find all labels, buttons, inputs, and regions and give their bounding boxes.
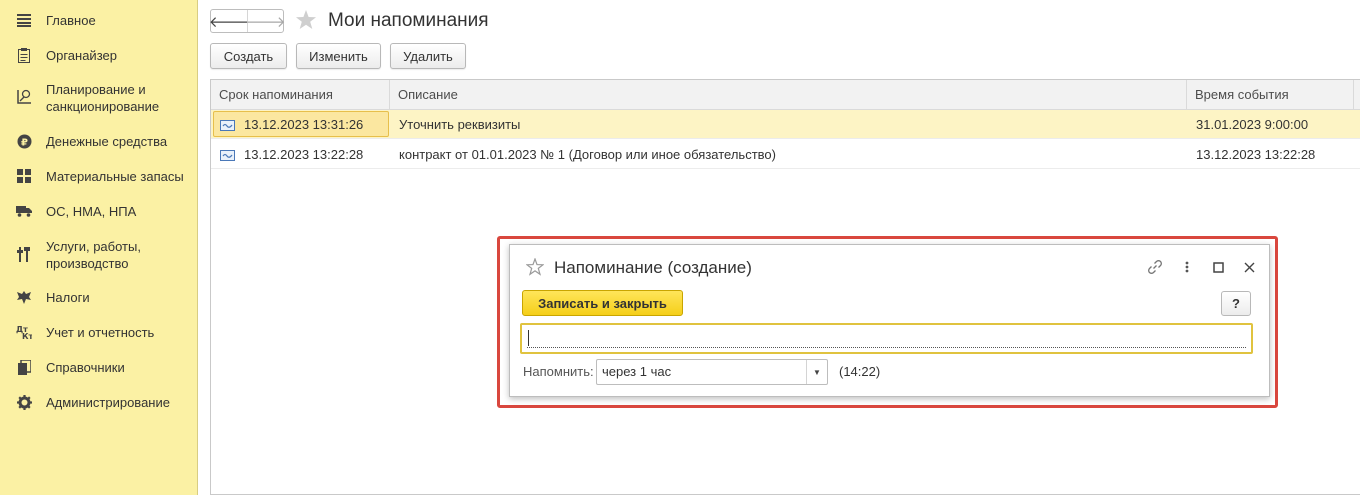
sidebar-item-label: Планирование и санкционирование	[46, 82, 160, 114]
clipboard-icon	[16, 47, 32, 63]
delete-button[interactable]: Удалить	[390, 43, 466, 69]
arrow-right-icon: 🡒	[245, 13, 286, 31]
sidebar-item-services[interactable]: Услуги, работы, производство	[0, 237, 197, 273]
text-caret	[528, 330, 529, 346]
table-row[interactable]: 13.12.2023 13:22:28 контракт от 01.01.20…	[211, 140, 1360, 169]
planning-chart-icon	[16, 88, 32, 104]
back-button[interactable]: 🡐	[208, 10, 250, 32]
cell-description: контракт от 01.01.2023 № 1 (Договор или …	[399, 147, 776, 162]
tools-icon	[16, 246, 32, 262]
navigation-buttons: 🡐 🡒	[208, 9, 286, 33]
sidebar-item-label: Услуги, работы, производство	[46, 239, 141, 271]
edit-button[interactable]: Изменить	[296, 43, 381, 69]
reminder-dialog: Напоминание (создание) Записать и закрыт…	[509, 244, 1270, 397]
eagle-emblem-icon	[16, 289, 32, 305]
arrow-left-icon: 🡐	[208, 13, 250, 31]
sidebar-item-accounting[interactable]: Дт Кт Учет и отчетность	[0, 323, 197, 343]
gear-icon	[16, 394, 32, 410]
page-title: Мои напоминания	[328, 10, 489, 31]
sidebar-item-label: Справочники	[46, 360, 125, 375]
cell-event-time: 31.01.2023 9:00:00	[1196, 117, 1309, 132]
sidebar-item-label: Денежные средства	[46, 134, 168, 149]
forward-button[interactable]: 🡒	[245, 10, 286, 32]
sidebar-item-label: Материальные запасы	[46, 169, 184, 184]
sidebar-item-references[interactable]: Справочники	[0, 358, 197, 378]
help-button[interactable]: ?	[1221, 291, 1251, 316]
table-row[interactable]: 13.12.2023 13:31:26 Уточнить реквизиты 3…	[211, 110, 1360, 139]
reminder-text-input[interactable]	[520, 323, 1253, 354]
sidebar-item-label: Учет и отчетность	[46, 325, 155, 340]
maximize-icon[interactable]	[1210, 259, 1226, 275]
dialog-title: Напоминание (создание)	[554, 258, 752, 277]
favorite-star-icon[interactable]	[295, 9, 317, 31]
cell-due: 13.12.2023 13:31:26	[244, 117, 364, 132]
chevron-down-icon[interactable]: ▼	[806, 360, 827, 384]
remind-select-value: через 1 час	[602, 364, 672, 379]
reminder-row-icon	[220, 149, 235, 161]
sidebar-item-fixed-assets[interactable]: ОС, НМА, НПА	[0, 202, 197, 222]
sidebar-item-money[interactable]: ₽ Денежные средства	[0, 132, 197, 152]
save-and-close-button[interactable]: Записать и закрыть	[522, 290, 683, 316]
sidebar-item-organizer[interactable]: Органайзер	[0, 46, 197, 66]
sidebar-item-inventory[interactable]: Материальные запасы	[0, 167, 197, 187]
debit-credit-icon: Дт Кт	[16, 324, 32, 340]
create-button[interactable]: Создать	[210, 43, 287, 69]
sidebar: Главное Органайзер Планирование и санкци…	[0, 0, 198, 495]
remind-time: (14:22)	[839, 364, 881, 379]
favorite-star-icon[interactable]	[525, 257, 545, 276]
menu-lines-icon	[16, 12, 32, 28]
sidebar-item-label: ОС, НМА, НПА	[46, 204, 137, 219]
sidebar-item-planning[interactable]: Планирование и санкционирование	[0, 80, 197, 116]
sidebar-item-main[interactable]: Главное	[0, 11, 197, 31]
reminder-row-icon	[220, 119, 235, 131]
remind-select[interactable]: через 1 час ▼	[596, 359, 828, 385]
cell-due: 13.12.2023 13:22:28	[244, 147, 364, 162]
sidebar-item-label: Налоги	[46, 290, 90, 305]
table-header: Срок напоминания Описание Время события	[211, 80, 1360, 110]
input-underline	[527, 347, 1246, 348]
sidebar-item-label: Органайзер	[46, 48, 117, 63]
more-vertical-icon[interactable]	[1179, 259, 1195, 275]
column-header-event-time[interactable]: Время события	[1187, 80, 1354, 110]
grid-boxes-icon	[16, 168, 32, 184]
column-header-due[interactable]: Срок напоминания	[211, 80, 390, 110]
sidebar-item-admin[interactable]: Администрирование	[0, 393, 197, 413]
truck-icon	[16, 203, 32, 219]
sidebar-item-taxes[interactable]: Налоги	[0, 288, 197, 308]
books-icon	[16, 359, 32, 375]
remind-label: Напомнить:	[523, 364, 594, 379]
ruble-coin-icon: ₽	[16, 133, 32, 149]
cell-event-time: 13.12.2023 13:22:28	[1196, 147, 1316, 162]
sidebar-item-label: Администрирование	[46, 395, 170, 410]
sidebar-item-label: Главное	[46, 13, 96, 28]
column-header-description[interactable]: Описание	[390, 80, 1187, 110]
svg-text:₽: ₽	[21, 137, 28, 148]
svg-text:Кт: Кт	[22, 332, 32, 340]
cell-description: Уточнить реквизиты	[399, 117, 521, 132]
link-icon[interactable]	[1147, 259, 1163, 275]
close-icon[interactable]	[1241, 259, 1257, 275]
